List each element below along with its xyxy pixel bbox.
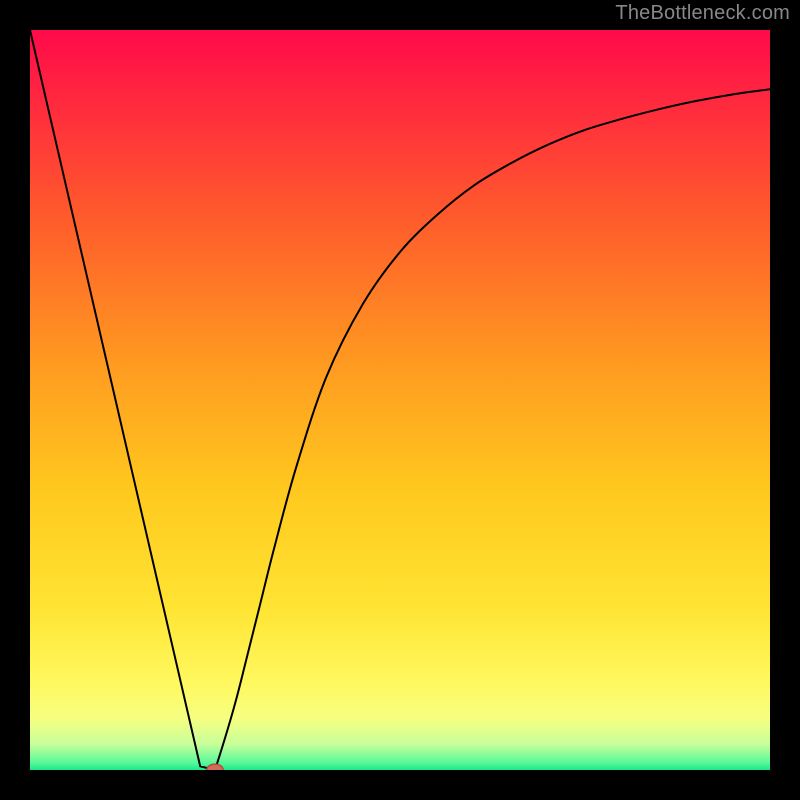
chart-svg — [30, 30, 770, 770]
chart-container: TheBottleneck.com — [0, 0, 800, 800]
watermark-text: TheBottleneck.com — [615, 2, 790, 25]
plot-area — [30, 30, 770, 770]
optimal-point-marker — [207, 764, 223, 770]
gradient-background — [30, 30, 770, 770]
